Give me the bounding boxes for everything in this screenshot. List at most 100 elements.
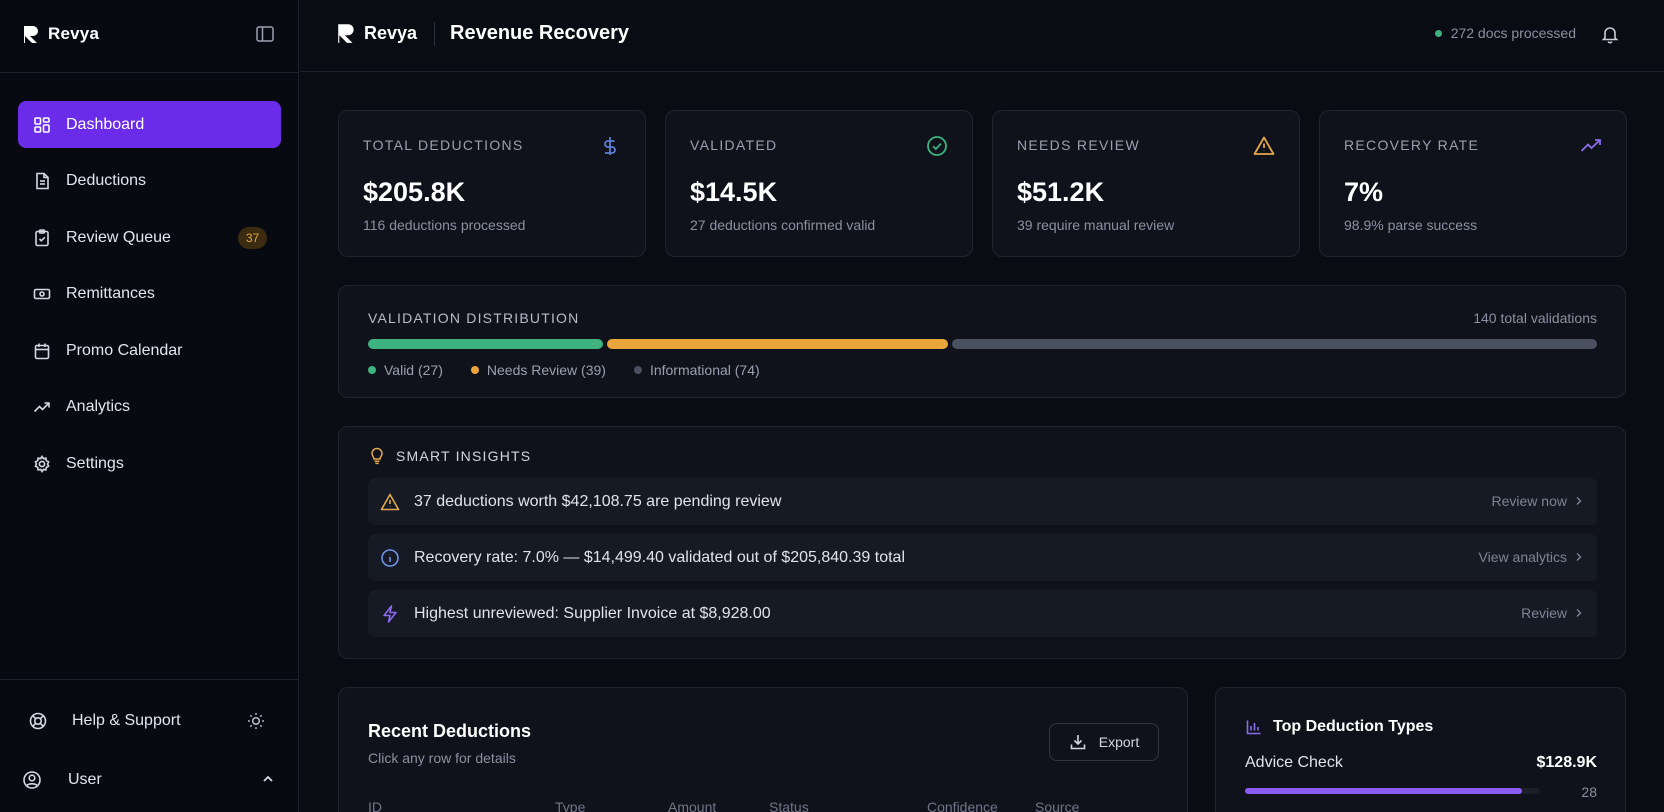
- legend-swatch: [368, 366, 376, 374]
- chevron-right-icon: [1576, 497, 1582, 505]
- top-deduction-types-card: Top Deduction Types Advice Check $128.9K…: [1215, 687, 1626, 812]
- panel-left-icon: [256, 26, 274, 42]
- distribution-segment-valid: [368, 339, 604, 349]
- legend-item-informational: Informational (74): [633, 362, 760, 378]
- insights-header: SMART INSIGHTS: [368, 447, 531, 465]
- help-support-link[interactable]: Help & Support: [28, 707, 268, 735]
- legend-swatch: [470, 366, 479, 374]
- download-icon: [1070, 735, 1086, 750]
- sidebar-item-remittances[interactable]: Remittances: [18, 271, 281, 318]
- kpi-subtext: 39 require manual review: [1017, 217, 1175, 233]
- insight-action-label: Review now: [1491, 493, 1567, 509]
- distribution-total: 140 total validations: [1473, 310, 1597, 326]
- sidebar-divider: [0, 72, 299, 73]
- sidebar-item-deductions[interactable]: Deductions: [18, 158, 281, 205]
- legend-label: Informational (74): [649, 362, 760, 378]
- sidebar-item-analytics[interactable]: Analytics: [18, 384, 281, 431]
- check-circle-icon: [927, 136, 947, 156]
- sidebar-item-dashboard[interactable]: Dashboard: [18, 101, 281, 148]
- top-types-header: Top Deduction Types: [1245, 718, 1433, 736]
- deduction-type-count: 28: [1581, 784, 1597, 800]
- export-button[interactable]: Export: [1049, 723, 1159, 761]
- recent-deductions-subtitle: Click any row for details: [368, 750, 516, 766]
- sidebar-item-promo-calendar[interactable]: Promo Calendar: [18, 327, 281, 374]
- revya-logo-icon: [24, 26, 38, 43]
- sidebar-item-label: Promo Calendar: [66, 341, 183, 359]
- kpi-label: TOTAL DEDUCTIONS: [363, 137, 524, 153]
- recent-deductions-card: Recent Deductions Click any row for deta…: [338, 687, 1188, 812]
- trending-up-icon: [33, 402, 50, 413]
- warning-icon: [1253, 136, 1275, 155]
- sidebar-item-label: Review Queue: [66, 228, 171, 246]
- user-menu[interactable]: User: [22, 766, 276, 794]
- top-types-title: Top Deduction Types: [1273, 718, 1434, 735]
- sidebar-collapse-button[interactable]: [254, 24, 276, 44]
- column-header-id[interactable]: ID: [368, 799, 382, 812]
- insight-row-pending-review[interactable]: 37 deductions worth $42,108.75 are pendi…: [368, 478, 1597, 525]
- status-text: 272 docs processed: [1450, 25, 1576, 41]
- insight-action-label: View analytics: [1478, 549, 1567, 565]
- sidebar-item-review-queue[interactable]: Review Queue 37: [18, 214, 281, 261]
- insight-action-view-analytics[interactable]: View analytics: [1479, 549, 1583, 565]
- table-header: ID Type Amount Status Confidence Source: [368, 799, 1160, 812]
- sidebar-nav: Dashboard Deductions Review Queue 37 Rem…: [18, 101, 281, 497]
- brand-logo[interactable]: Revya: [22, 22, 99, 46]
- help-support-label: Help & Support: [72, 712, 181, 729]
- status-dot: [1434, 29, 1442, 37]
- bar-chart-icon: [1246, 720, 1261, 735]
- insight-text: Recovery rate: 7.0% — $14,499.40 validat…: [414, 548, 905, 566]
- distribution-segment-needs-review: [607, 339, 948, 349]
- distribution-segment-informational: [951, 339, 1598, 349]
- review-count-badge: 37: [238, 227, 267, 249]
- deduction-type-bar-fill: [1245, 788, 1523, 794]
- lightning-icon: [383, 604, 397, 623]
- header-separator: [434, 22, 435, 46]
- lightbulb-icon: [371, 447, 383, 465]
- legend-item-needs-review: Needs Review (39): [470, 362, 606, 378]
- column-header-source[interactable]: Source: [1035, 799, 1079, 812]
- insight-action-review-now[interactable]: Review now: [1492, 493, 1583, 509]
- kpi-card-total-deductions: TOTAL DEDUCTIONS $205.8K 116 deductions …: [338, 110, 646, 257]
- document-icon: [36, 172, 49, 190]
- gear-icon: [34, 454, 50, 473]
- column-header-amount[interactable]: Amount: [668, 799, 716, 812]
- column-header-status[interactable]: Status: [769, 799, 809, 812]
- sidebar-divider: [0, 679, 299, 680]
- validation-distribution-card: VALIDATION DISTRIBUTION 140 total valida…: [338, 285, 1626, 398]
- sidebar-item-label: Analytics: [66, 398, 131, 415]
- sidebar-item-label: Deductions: [66, 172, 147, 189]
- deduction-type-bar: [1245, 788, 1540, 794]
- clipboard-check-icon: [35, 228, 49, 246]
- recent-deductions-title: Recent Deductions: [368, 721, 532, 741]
- top-bar: Revya Revenue Recovery 272 docs processe…: [300, 0, 1664, 72]
- trending-up-icon: [1580, 139, 1601, 152]
- kpi-value: $51.2K: [1017, 177, 1105, 207]
- sidebar-item-label: Dashboard: [66, 115, 145, 133]
- legend-label: Valid (27): [384, 362, 443, 378]
- insight-action-review[interactable]: Review: [1521, 605, 1583, 621]
- theme-toggle-button[interactable]: [246, 711, 266, 731]
- insight-row-recovery-rate[interactable]: Recovery rate: 7.0% — $14,499.40 validat…: [368, 534, 1597, 581]
- revya-logo-icon: [338, 24, 354, 43]
- deduction-type-value: $128.9K: [1536, 754, 1598, 771]
- distribution-title: VALIDATION DISTRIBUTION: [368, 310, 580, 326]
- kpi-value: 7%: [1344, 177, 1384, 207]
- column-header-confidence[interactable]: Confidence: [927, 799, 998, 812]
- warning-icon: [380, 493, 400, 510]
- notifications-button[interactable]: [1600, 24, 1620, 44]
- sidebar-item-settings[interactable]: Settings: [18, 440, 281, 487]
- lifebuoy-icon: [29, 712, 47, 730]
- user-label: User: [68, 771, 102, 788]
- header-brand-logo[interactable]: Revya: [336, 22, 417, 44]
- sun-icon: [248, 713, 264, 729]
- kpi-label: VALIDATED: [690, 137, 778, 153]
- legend-item-valid: Valid (27): [368, 362, 443, 378]
- deduction-type-name: Advice Check: [1245, 754, 1343, 771]
- insight-action-label: Review: [1521, 605, 1567, 621]
- kpi-subtext: 98.9% parse success: [1344, 217, 1478, 233]
- kpi-card-recovery-rate: RECOVERY RATE 7% 98.9% parse success: [1319, 110, 1627, 257]
- sidebar-item-label: Remittances: [66, 285, 155, 302]
- column-header-type[interactable]: Type: [555, 799, 585, 812]
- insight-row-highest-unreviewed[interactable]: Highest unreviewed: Supplier Invoice at …: [368, 590, 1597, 637]
- legend-label: Needs Review (39): [486, 362, 606, 378]
